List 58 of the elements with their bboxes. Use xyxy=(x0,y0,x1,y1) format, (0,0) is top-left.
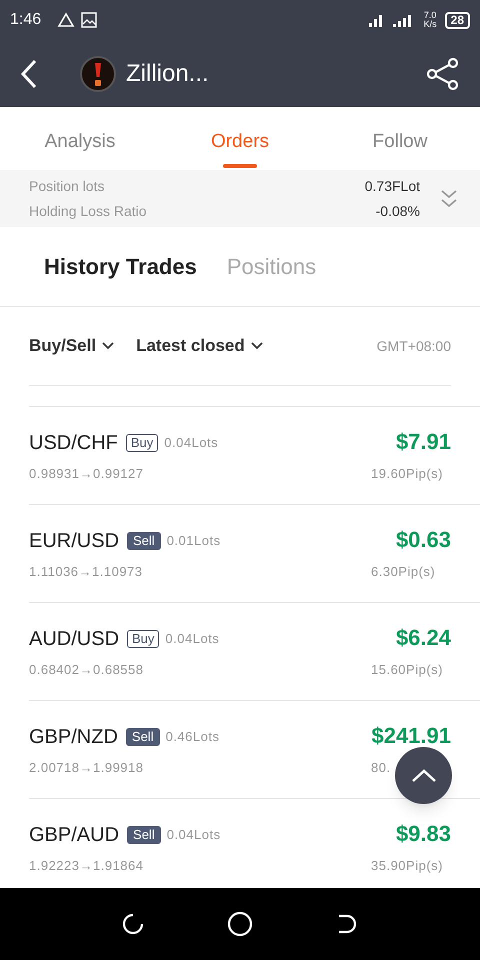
back-icon[interactable] xyxy=(20,58,38,88)
subtab[interactable]: Positions xyxy=(226,250,316,283)
status-time: 1:46 xyxy=(10,10,42,30)
pips-text: 35.90Pip(s) xyxy=(371,858,443,873)
summary-label: Holding Loss Ratio xyxy=(29,202,147,221)
recent-apps-icon[interactable] xyxy=(121,912,145,936)
network-speed: 7.0 xyxy=(424,11,436,20)
price-range: 0.68402→0.68558 xyxy=(29,660,144,679)
subtab[interactable]: History Trades xyxy=(44,250,197,283)
lots-text: 0.01Lots xyxy=(166,532,221,550)
profit-amount: $0.63 xyxy=(396,526,451,554)
battery-indicator: 28 xyxy=(444,12,470,28)
profit-amount: $241.91 xyxy=(371,722,451,750)
sell-tag: Sell xyxy=(126,728,160,746)
chevron-down-icon xyxy=(250,342,263,350)
profit-amount: $9.83 xyxy=(396,820,451,848)
pips-text: 6.30Pip(s) xyxy=(371,564,436,579)
profit-amount: $7.91 xyxy=(396,428,451,456)
price-range: 2.00718→1.99918 xyxy=(29,758,144,777)
price-range: 1.92223→1.91864 xyxy=(29,856,144,875)
tab[interactable]: Follow xyxy=(320,115,480,170)
buy-tag: Buy xyxy=(126,434,158,452)
currency-pair: EUR/USD xyxy=(29,528,120,554)
currency-pair: GBP/NZD xyxy=(29,724,118,750)
avatar-icon xyxy=(80,56,116,92)
triangle-icon xyxy=(57,12,76,28)
sell-tag: Sell xyxy=(127,826,161,844)
pips-text: 19.60Pip(s) xyxy=(371,466,443,481)
lots-text: 0.04Lots xyxy=(165,630,220,648)
profit-amount: $6.24 xyxy=(396,624,451,652)
side-filter[interactable]: Buy/Sell xyxy=(29,333,114,359)
pips-text: 80. xyxy=(371,760,391,775)
sell-tag: Sell xyxy=(127,532,161,550)
timezone-label: GMT+08:00 xyxy=(376,336,451,356)
lots-text: 0.04Lots xyxy=(164,434,218,452)
tab[interactable]: Orders xyxy=(160,115,320,170)
header-title: Zillion... xyxy=(126,58,209,88)
summary-label: Position lots xyxy=(29,176,104,196)
lots-text: 0.04Lots xyxy=(166,826,221,844)
image-icon xyxy=(81,12,98,28)
network-unit: K/s xyxy=(424,20,437,29)
tab[interactable]: Analysis xyxy=(0,115,160,170)
currency-pair: USD/CHF xyxy=(29,430,118,456)
home-icon[interactable] xyxy=(227,911,253,937)
sort-filter[interactable]: Latest closed xyxy=(136,333,263,359)
buy-tag: Buy xyxy=(127,630,160,648)
currency-pair: AUD/USD xyxy=(29,626,120,652)
summary-value: 0.73FLot xyxy=(364,176,420,196)
chevron-up-icon xyxy=(410,768,436,782)
chevron-down-icon xyxy=(102,342,114,350)
price-range: 0.98931→0.99127 xyxy=(29,464,144,483)
summary-value: -0.08% xyxy=(376,202,420,220)
share-icon[interactable] xyxy=(426,56,460,90)
lots-text: 0.46Lots xyxy=(166,728,220,746)
expand-icon[interactable] xyxy=(440,188,458,210)
pips-text: 15.60Pip(s) xyxy=(371,662,443,677)
price-range: 1.11036→1.10973 xyxy=(29,562,144,581)
currency-pair: GBP/AUD xyxy=(29,822,120,848)
